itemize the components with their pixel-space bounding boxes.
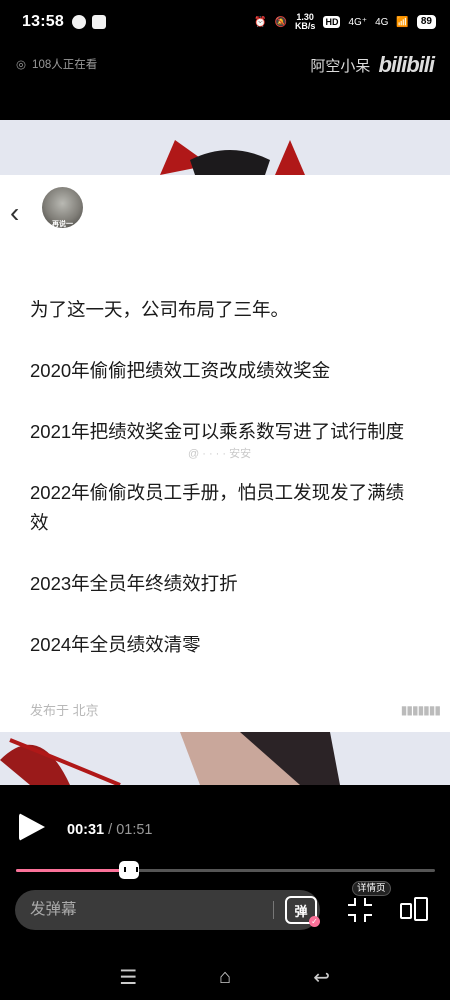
progress-bar[interactable]: [16, 861, 435, 879]
status-indicators: ⏰ 🔕 1.30 KB/s HD 4G⁺ 4G 📶 89: [254, 13, 436, 31]
more-dots-icon: ▮▮▮▮▮▮▮: [400, 703, 441, 717]
time-separator: /: [108, 822, 113, 838]
back-arrow-icon: ‹: [10, 197, 20, 228]
status-notification-icons: [71, 15, 106, 29]
post-location: 发布于 北京: [30, 703, 99, 718]
tiktok-icon: [91, 15, 106, 29]
hd-badge: HD: [323, 16, 341, 28]
post-screenshot-card: ‹ 再说一 为了这一天，公司布局了三年。 2020年偷偷把绩效工资改成绩效奖金 …: [0, 175, 450, 732]
post-line: 2021年把绩效奖金可以乘系数写进了试行制度: [30, 421, 405, 442]
sim1-signal: 4G⁺: [348, 16, 368, 28]
back-icon[interactable]: ↩: [302, 965, 342, 990]
current-time: 00:31: [67, 822, 105, 838]
playback-time: 00:31 / 01:51: [67, 822, 152, 838]
watermark: @ · · · · 安安: [188, 448, 252, 460]
total-time: 01:51: [116, 822, 153, 838]
detail-page-icon[interactable]: [400, 895, 430, 923]
progress-thumb[interactable]: [119, 861, 140, 879]
detail-page-label: 详情页: [352, 881, 391, 896]
battery-level: 89: [416, 15, 436, 29]
qq-icon: [71, 15, 86, 29]
alarm-icon: ⏰: [254, 16, 267, 28]
danmaku-divider: [273, 901, 274, 919]
status-bar: 13:58 ⏰ 🔕 1.30 KB/s HD 4G⁺ 4G 📶 89: [0, 0, 450, 44]
network-speed: 1.30 KB/s: [294, 12, 316, 31]
post-body: 为了这一天，公司布局了三年。 2020年偷偷把绩效工资改成绩效奖金 2021年把…: [30, 295, 420, 660]
viewer-count: ◎ 108人正在看: [16, 59, 98, 71]
check-icon: ✓: [309, 916, 320, 927]
post-line: 为了这一天，公司布局了三年。: [30, 299, 290, 320]
uploader-info[interactable]: 阿空小呆 bilibili: [310, 52, 435, 78]
system-nav-bar: ☰ ⌂ ↩: [0, 955, 450, 1000]
eye-icon: ◎: [16, 59, 27, 71]
menu-icon[interactable]: ☰: [108, 965, 148, 990]
post-line: 2023年全员年终绩效打折: [30, 573, 238, 594]
wifi-icon: 📶: [396, 16, 409, 28]
sim2-signal: 4G: [375, 16, 389, 28]
progress-fill: [16, 869, 130, 872]
post-line: 2022年偷偷改员工手册，怕员工发现发了满绩效: [30, 482, 405, 533]
danmaku-input[interactable]: [30, 901, 260, 919]
bilibili-logo: bilibili: [378, 52, 435, 77]
uploader-name: 阿空小呆: [310, 57, 371, 75]
danmaku-toggle-button[interactable]: 弹 ✓: [285, 896, 320, 927]
fullscreen-icon[interactable]: [348, 898, 372, 922]
mute-icon: 🔕: [274, 16, 287, 28]
home-icon[interactable]: ⌂: [205, 966, 245, 989]
post-line: 2024年全员绩效清零: [30, 634, 201, 655]
post-line: 2020年偷偷把绩效工资改成绩效奖金: [30, 360, 331, 381]
danmaku-input-bar[interactable]: 弹 ✓: [15, 890, 320, 930]
status-time: 13:58: [22, 13, 64, 30]
play-icon[interactable]: [19, 813, 45, 841]
video-frame[interactable]: ‹ 再说一 为了这一天，公司布局了三年。 2020年偷偷把绩效工资改成绩效奖金 …: [0, 120, 450, 785]
avatar-caption: 再说一: [52, 221, 73, 228]
